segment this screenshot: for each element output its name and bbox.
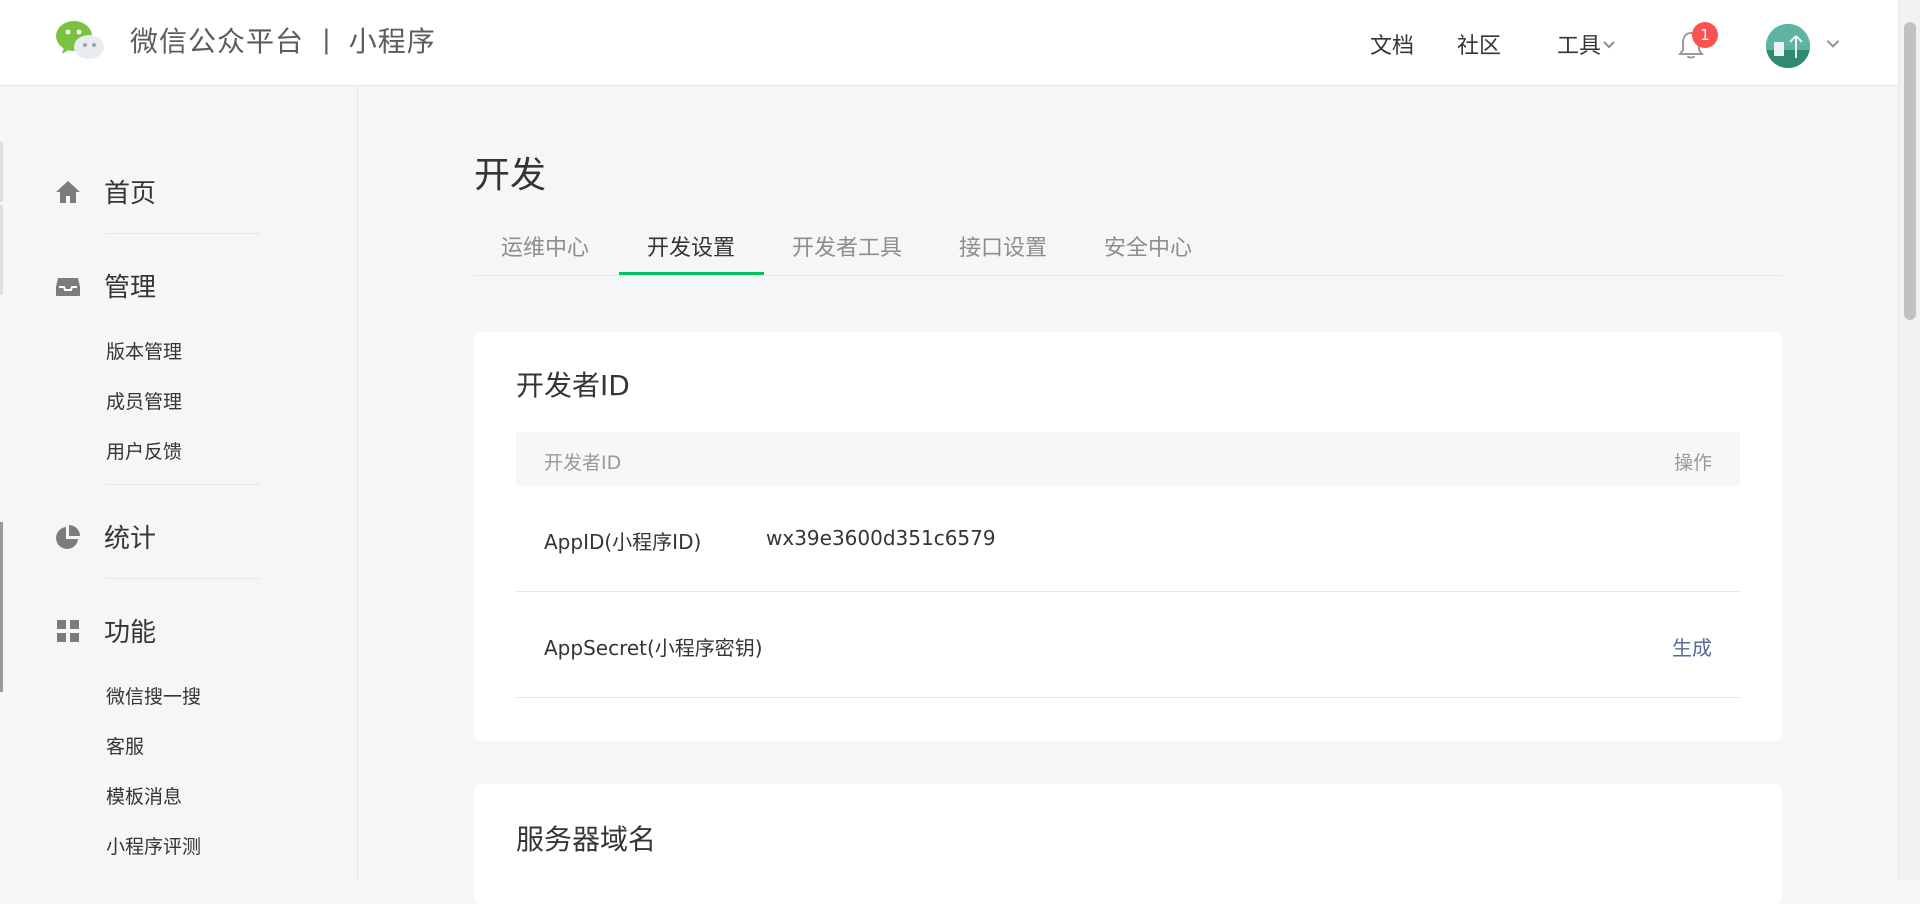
appid-value: wx39e3600d351c6579 bbox=[766, 526, 996, 550]
sidebar-subitem-search[interactable]: 微信搜一搜 bbox=[106, 682, 201, 709]
wechat-logo-icon bbox=[56, 21, 104, 59]
sidebar-subitem-feedback[interactable]: 用户反馈 bbox=[106, 437, 182, 464]
top-header: 微信公众平台 | 小程序 文档 社区 工具 1 bbox=[0, 0, 1898, 86]
row-label: AppSecret(小程序密钥) bbox=[544, 636, 763, 660]
sidebar-edge-marker bbox=[0, 142, 3, 202]
sidebar-subitem-customer-service[interactable]: 客服 bbox=[106, 732, 144, 759]
sidebar-subitem-evaluation[interactable]: 小程序评测 bbox=[106, 832, 201, 859]
nav-tools-menu[interactable]: 工具 bbox=[1557, 28, 1617, 60]
sidebar-edge-marker bbox=[0, 522, 3, 692]
table-header: 开发者ID 操作 bbox=[516, 432, 1740, 486]
sidebar-item-label: 首页 bbox=[104, 179, 157, 209]
tab-dev-tools[interactable]: 开发者工具 bbox=[792, 230, 902, 262]
tab-dev-settings[interactable]: 开发设置 bbox=[647, 230, 735, 262]
sidebar-item-label: 功能 bbox=[104, 618, 157, 648]
pie-chart-icon bbox=[56, 524, 80, 549]
sidebar-subitem-template-message[interactable]: 模板消息 bbox=[106, 782, 182, 809]
developer-id-card: 开发者ID 开发者ID 操作 AppID(小程序ID) wx39e3600d35… bbox=[474, 332, 1782, 741]
scrollbar-thumb[interactable] bbox=[1904, 22, 1916, 320]
account-menu-chevron-icon[interactable] bbox=[1824, 34, 1842, 52]
grid-icon bbox=[57, 619, 79, 642]
home-icon bbox=[56, 180, 80, 203]
brand-separator: | bbox=[322, 25, 331, 55]
brand[interactable]: 微信公众平台 | 小程序 bbox=[54, 18, 436, 62]
table-row-appsecret: AppSecret(小程序密钥) 生成 bbox=[516, 592, 1740, 698]
sidebar-item-features[interactable]: 功能 bbox=[54, 612, 156, 649]
nav-community-link[interactable]: 社区 bbox=[1457, 28, 1501, 60]
sidebar-item-stats[interactable]: 统计 bbox=[54, 518, 156, 555]
card-title: 开发者ID bbox=[516, 369, 630, 402]
column-header-action: 操作 bbox=[1673, 452, 1712, 474]
avatar-image-icon bbox=[1766, 24, 1810, 68]
nav-tools-label: 工具 bbox=[1557, 34, 1602, 59]
sidebar-item-manage[interactable]: 管理 bbox=[54, 267, 156, 304]
sidebar-divider bbox=[106, 484, 260, 485]
card-title: 服务器域名 bbox=[516, 823, 657, 856]
generate-secret-link[interactable]: 生成 bbox=[1672, 632, 1712, 661]
sidebar-item-home[interactable]: 首页 bbox=[54, 173, 156, 210]
nav-docs-link[interactable]: 文档 bbox=[1370, 28, 1414, 60]
row-label: AppID(小程序ID) bbox=[544, 530, 702, 554]
sidebar-subitem-members[interactable]: 成员管理 bbox=[106, 387, 182, 414]
sidebar-edge-marker bbox=[0, 205, 3, 295]
brand-name: 微信公众平台 bbox=[130, 25, 305, 58]
tab-api-settings[interactable]: 接口设置 bbox=[959, 230, 1047, 262]
sidebar-divider bbox=[106, 233, 260, 234]
active-tab-indicator bbox=[619, 272, 764, 275]
sidebar: 首页 管理 版本管理 成员管理 用户反馈 统计 功能 微信搜一搜 客服 模板消息… bbox=[0, 87, 358, 880]
sidebar-item-label: 管理 bbox=[104, 273, 157, 303]
sidebar-subitem-version[interactable]: 版本管理 bbox=[106, 337, 182, 364]
sidebar-divider bbox=[106, 578, 260, 579]
page-title: 开发 bbox=[474, 155, 547, 196]
tab-security[interactable]: 安全中心 bbox=[1104, 230, 1192, 262]
chevron-down-icon bbox=[1603, 41, 1615, 49]
tab-bar: 运维中心 开发设置 开发者工具 接口设置 安全中心 bbox=[474, 226, 1782, 276]
avatar[interactable] bbox=[1766, 24, 1810, 68]
tab-operations[interactable]: 运维中心 bbox=[501, 230, 589, 262]
sidebar-item-label: 统计 bbox=[104, 524, 157, 554]
column-header-name: 开发者ID bbox=[544, 452, 622, 474]
table-row-appid: AppID(小程序ID) wx39e3600d351c6579 bbox=[516, 486, 1740, 592]
brand-product: 小程序 bbox=[348, 25, 436, 58]
inbox-icon bbox=[56, 277, 80, 296]
notification-badge: 1 bbox=[1692, 22, 1718, 48]
page-scrollbar[interactable] bbox=[1898, 0, 1920, 880]
server-domain-card: 服务器域名 bbox=[474, 784, 1782, 904]
